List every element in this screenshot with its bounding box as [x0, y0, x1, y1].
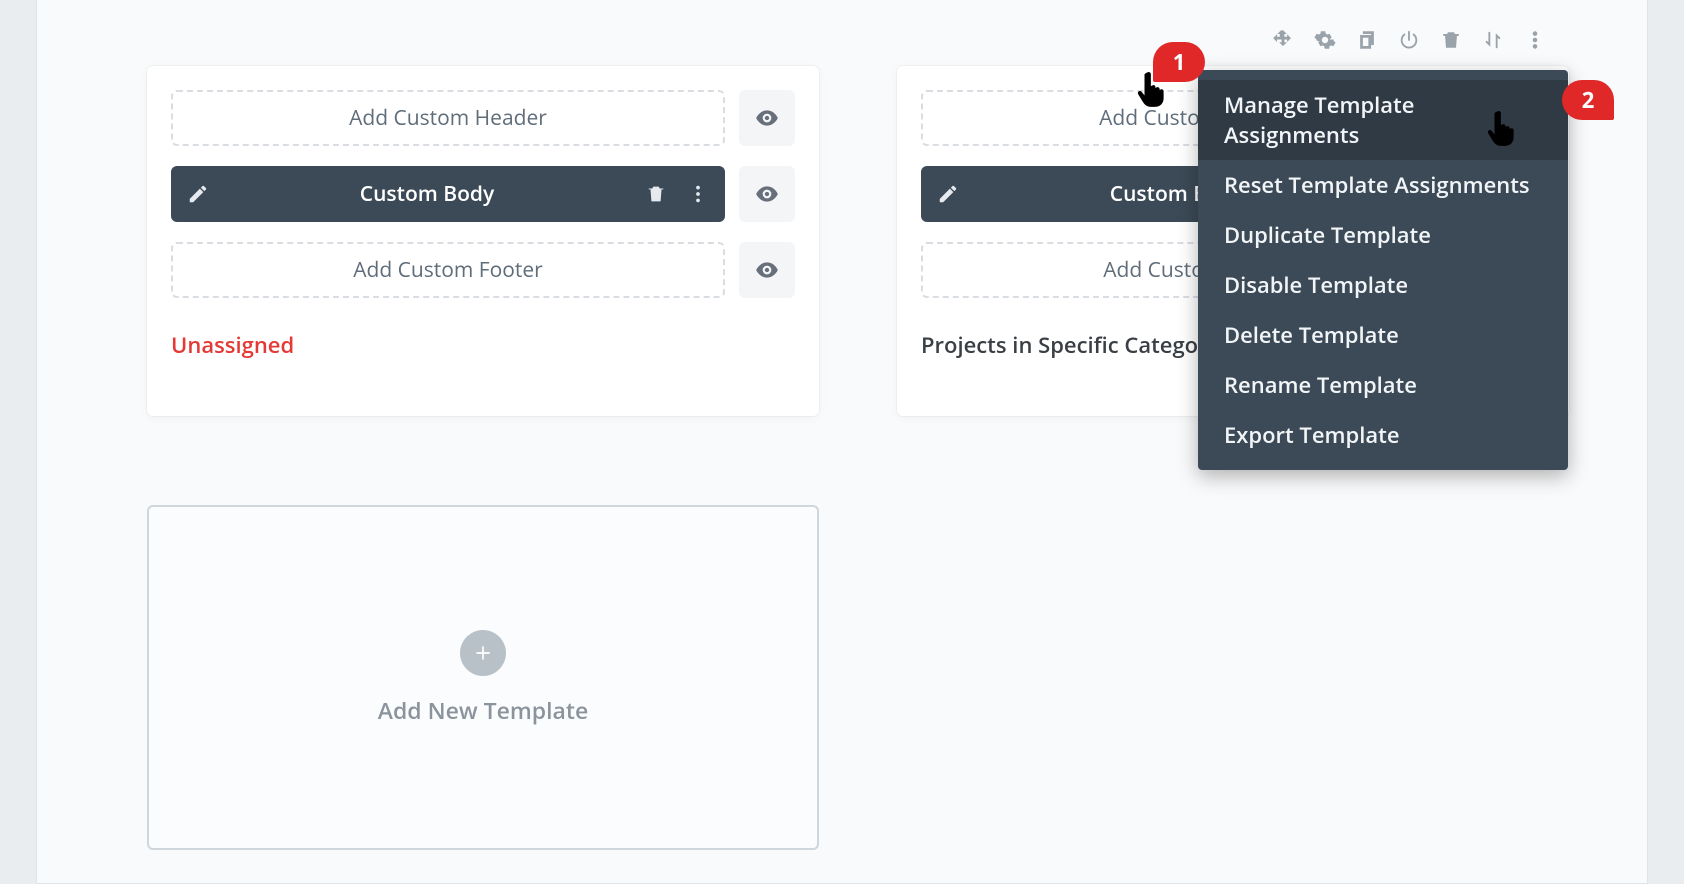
pencil-icon[interactable] — [187, 183, 209, 205]
gear-icon[interactable] — [1313, 28, 1337, 52]
dropdown-item-rename[interactable]: Rename Template — [1198, 360, 1568, 410]
copy-icon[interactable] — [1355, 28, 1379, 52]
dropdown-item-duplicate[interactable]: Duplicate Template — [1198, 210, 1568, 260]
eye-icon — [754, 105, 780, 131]
footer-row: Add Custom Footer — [171, 242, 795, 298]
template-toolbar — [1271, 28, 1547, 52]
canvas: Add Custom Header Custom Body — [37, 0, 1647, 883]
dropdown-item-manage-assignments[interactable]: Manage Template Assignments — [1198, 80, 1568, 160]
plus-circle-icon — [460, 630, 506, 676]
template-actions-dropdown: Manage Template Assignments Reset Templa… — [1198, 70, 1568, 470]
custom-body-bar[interactable]: Custom Body — [171, 166, 725, 222]
power-icon[interactable] — [1397, 28, 1421, 52]
dropdown-item-disable[interactable]: Disable Template — [1198, 260, 1568, 310]
move-icon[interactable] — [1271, 28, 1295, 52]
more-vertical-icon[interactable] — [687, 183, 709, 205]
app-frame: Add Custom Header Custom Body — [36, 0, 1648, 884]
add-new-template-card[interactable]: Add New Template — [147, 505, 819, 850]
add-header-slot[interactable]: Add Custom Header — [171, 90, 725, 146]
header-row: Add Custom Header — [171, 90, 795, 146]
add-footer-slot[interactable]: Add Custom Footer — [171, 242, 725, 298]
add-footer-label: Add Custom Footer — [353, 256, 543, 284]
eye-icon — [754, 181, 780, 207]
callout-badge-2: 2 — [1562, 80, 1614, 120]
sort-icon[interactable] — [1481, 28, 1505, 52]
add-new-template-label: Add New Template — [378, 694, 588, 726]
body-visibility-button[interactable] — [739, 166, 795, 222]
body-row: Custom Body — [171, 166, 795, 222]
template-card-left: Add Custom Header Custom Body — [147, 66, 819, 416]
dropdown-item-delete[interactable]: Delete Template — [1198, 310, 1568, 360]
trash-icon[interactable] — [645, 183, 667, 205]
trash-icon[interactable] — [1439, 28, 1463, 52]
header-visibility-button[interactable] — [739, 90, 795, 146]
footer-visibility-button[interactable] — [739, 242, 795, 298]
assignment-status: Unassigned — [171, 330, 795, 360]
eye-icon — [754, 257, 780, 283]
custom-body-label: Custom Body — [209, 180, 645, 208]
add-header-label: Add Custom Header — [349, 104, 547, 132]
callout-badge-1: 1 — [1153, 42, 1205, 82]
body-right-controls — [645, 183, 709, 205]
pencil-icon[interactable] — [937, 183, 959, 205]
dropdown-item-export[interactable]: Export Template — [1198, 410, 1568, 460]
dropdown-item-reset-assignments[interactable]: Reset Template Assignments — [1198, 160, 1568, 210]
more-vertical-icon[interactable] — [1523, 28, 1547, 52]
